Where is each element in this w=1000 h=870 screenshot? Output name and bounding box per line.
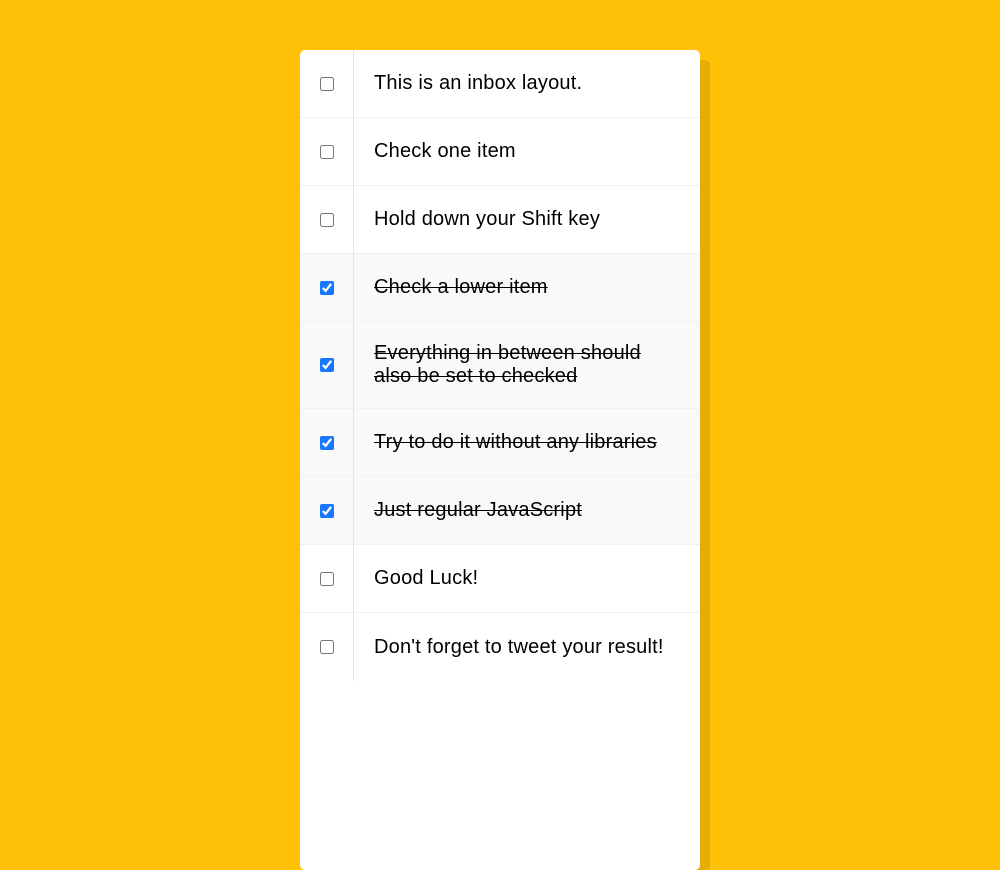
item-checkbox[interactable] xyxy=(320,213,334,227)
item-label: Everything in between should also be set… xyxy=(354,322,700,408)
item-label: Just regular JavaScript xyxy=(354,479,700,542)
inbox-list: This is an inbox layout. Check one item … xyxy=(300,50,700,870)
checkbox-column xyxy=(300,477,354,544)
checkbox-column xyxy=(300,545,354,612)
item-label: Try to do it without any libraries xyxy=(354,411,700,474)
item-label: Don't forget to tweet your result! xyxy=(354,616,700,679)
item-checkbox[interactable] xyxy=(320,436,334,450)
item-checkbox[interactable] xyxy=(320,504,334,518)
item-checkbox[interactable] xyxy=(320,572,334,586)
item-label: Check one item xyxy=(354,120,700,183)
checkbox-column xyxy=(300,254,354,321)
item-checkbox[interactable] xyxy=(320,145,334,159)
item-checkbox[interactable] xyxy=(320,358,334,372)
item-label: Hold down your Shift key xyxy=(354,188,700,251)
checkbox-column xyxy=(300,613,354,681)
checkbox-column xyxy=(300,409,354,476)
checkbox-column xyxy=(300,186,354,253)
list-item: Good Luck! xyxy=(300,545,700,613)
item-label: Check a lower item xyxy=(354,256,700,319)
list-item: Just regular JavaScript xyxy=(300,477,700,545)
item-checkbox[interactable] xyxy=(320,281,334,295)
list-item: Hold down your Shift key xyxy=(300,186,700,254)
item-label: This is an inbox layout. xyxy=(354,52,700,115)
item-checkbox[interactable] xyxy=(320,640,334,654)
checkbox-column xyxy=(300,50,354,117)
checkbox-column xyxy=(300,118,354,185)
list-item: Check one item xyxy=(300,118,700,186)
checkbox-column xyxy=(300,322,354,408)
item-checkbox[interactable] xyxy=(320,77,334,91)
list-item: Don't forget to tweet your result! xyxy=(300,613,700,681)
item-label: Good Luck! xyxy=(354,547,700,610)
list-item: Check a lower item xyxy=(300,254,700,322)
list-item: Try to do it without any libraries xyxy=(300,409,700,477)
list-item: Everything in between should also be set… xyxy=(300,322,700,409)
list-item: This is an inbox layout. xyxy=(300,50,700,118)
